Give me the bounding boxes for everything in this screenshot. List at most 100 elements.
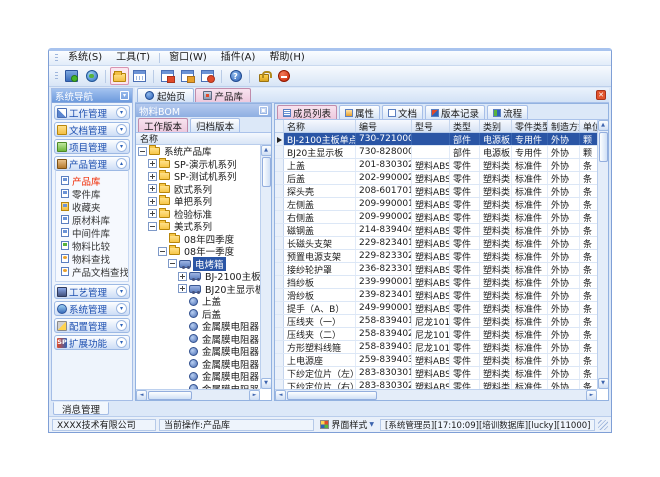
sidebar-item-1[interactable]: 零件库 bbox=[61, 187, 128, 200]
tree-vscroll-thumb[interactable] bbox=[262, 157, 271, 187]
toolbar-button-globe-icon[interactable] bbox=[82, 67, 101, 85]
member-tab-2[interactable]: 文档 bbox=[382, 105, 423, 119]
table-row-0[interactable]: BJ-2100主板单点730-721000-12X部件电源板专用件外协颗 bbox=[275, 133, 608, 146]
menu-item-0[interactable]: 系统(S) bbox=[61, 51, 109, 65]
toolbar-button-window-mail-icon[interactable] bbox=[158, 67, 177, 85]
toolbar-button-open-folder-icon[interactable] bbox=[110, 67, 129, 85]
scroll-up-icon[interactable]: ▲ bbox=[261, 145, 272, 156]
table-row-12[interactable]: 滑纱板239-823401-00X塑料ABS零件塑料类标准件外协条 bbox=[275, 289, 608, 302]
sidebar-group-header-6[interactable]: 配置管理▾ bbox=[54, 318, 130, 333]
sidebar-menu-button[interactable]: ▾ bbox=[120, 91, 129, 100]
chevron-down-icon[interactable]: ▾ bbox=[116, 286, 127, 297]
close-document-icon[interactable]: ✕ bbox=[596, 90, 606, 100]
tree-item-17[interactable]: 金属膜电阻器 bbox=[136, 358, 260, 371]
table-row-1[interactable]: BJ20主显示板730-828000-04X部件电源板专用件外协颗 bbox=[275, 146, 608, 159]
doc-tab-0[interactable]: 起始页 bbox=[137, 88, 194, 102]
grid-hscroll-thumb[interactable] bbox=[287, 391, 377, 400]
toolbar-button-lock-icon[interactable] bbox=[254, 67, 273, 85]
table-row-14[interactable]: 压线夹（一）258-839401-00X尼龙1010零件塑料类标准件外协条 bbox=[275, 315, 608, 328]
expand-icon[interactable] bbox=[148, 184, 157, 193]
toolbar-button-help-icon[interactable] bbox=[226, 67, 245, 85]
member-tab-0[interactable]: 成员列表 bbox=[277, 105, 337, 119]
tree-item-3[interactable]: 欧式系列 bbox=[136, 183, 260, 196]
sidebar-item-3[interactable]: 原材料库 bbox=[61, 213, 128, 226]
toolbar-button-window-chart-icon[interactable] bbox=[178, 67, 197, 85]
chevron-down-icon[interactable]: ▾ bbox=[116, 337, 127, 348]
table-row-16[interactable]: 方形塑料线箍258-839403-00X尼龙1010零件塑料类标准件外协条 bbox=[275, 341, 608, 354]
table-row-17[interactable]: 上电源座259-839403-00X塑料ABS零件塑料类标准件外协条 bbox=[275, 354, 608, 367]
tree-hscroll-thumb[interactable] bbox=[148, 391, 192, 400]
column-header-2[interactable]: 型号 bbox=[412, 120, 450, 132]
tree-item-11[interactable]: BJ20主显示板 bbox=[136, 283, 260, 296]
sidebar-item-7[interactable]: 产品文档查找 bbox=[61, 265, 128, 278]
tree-item-18[interactable]: 金属膜电阻器 bbox=[136, 370, 260, 383]
tree-column-header[interactable]: 名称 bbox=[136, 133, 271, 145]
toolbar-button-desktop-icon[interactable] bbox=[62, 67, 81, 85]
resize-grip[interactable] bbox=[598, 420, 608, 430]
tree-item-14[interactable]: 金属膜电阻器 bbox=[136, 320, 260, 333]
tree-item-8[interactable]: 08年一季度 bbox=[136, 245, 260, 258]
sidebar-item-2[interactable]: 收藏夹 bbox=[61, 200, 128, 213]
tree-item-12[interactable]: 上盖 bbox=[136, 295, 260, 308]
tree-item-15[interactable]: 金属膜电阻器 bbox=[136, 333, 260, 346]
table-row-2[interactable]: 上盖201-830302-00X塑料ABS零件塑料类标准件外协条 bbox=[275, 159, 608, 172]
tree-item-9[interactable]: 电烤箱 bbox=[136, 258, 260, 271]
sidebar-group-header-0[interactable]: 工作管理▾ bbox=[54, 105, 130, 120]
scroll-down-icon[interactable]: ▼ bbox=[598, 378, 609, 389]
sidebar-item-5[interactable]: 物料比较 bbox=[61, 239, 128, 252]
tree-item-5[interactable]: 检验标准 bbox=[136, 208, 260, 221]
scroll-left-icon[interactable]: ◄ bbox=[136, 390, 147, 401]
toolbar-button-exit-icon[interactable] bbox=[274, 67, 293, 85]
sidebar-group-header-5[interactable]: 系统管理▾ bbox=[54, 301, 130, 316]
menu-item-4[interactable]: 帮助(H) bbox=[262, 51, 311, 65]
expand-icon[interactable] bbox=[178, 272, 187, 281]
table-row-5[interactable]: 左侧盖209-990001-01X塑料ABS零件塑料类标准件外协条 bbox=[275, 198, 608, 211]
grid-vertical-scrollbar[interactable]: ▲ ▼ bbox=[597, 120, 608, 389]
grid-horizontal-scrollbar[interactable]: ◄ ► bbox=[275, 389, 597, 400]
column-header-4[interactable]: 类别 bbox=[480, 120, 512, 132]
table-row-13[interactable]: 提手（A、B）249-990001-01X塑料ABS零件塑料类标准件外协条 bbox=[275, 302, 608, 315]
expand-icon[interactable] bbox=[148, 197, 157, 206]
table-row-3[interactable]: 后盖202-990002-01X塑料ABS零件塑料类标准件外协条 bbox=[275, 172, 608, 185]
chevron-up-icon[interactable]: ▴ bbox=[116, 158, 127, 169]
table-row-8[interactable]: 长磁头支架229-823401-00X塑料ABS零件塑料类标准件外协条 bbox=[275, 237, 608, 250]
column-header-0[interactable]: 名称 bbox=[284, 120, 356, 132]
expand-icon[interactable] bbox=[148, 159, 157, 168]
interface-style-picker[interactable]: 界面样式 ▼ bbox=[317, 418, 377, 431]
collapse-icon[interactable] bbox=[138, 147, 147, 156]
doc-tab-1[interactable]: 产品库 bbox=[195, 88, 252, 102]
collapse-icon[interactable] bbox=[168, 259, 177, 268]
menu-item-3[interactable]: 插件(A) bbox=[214, 51, 263, 65]
table-row-9[interactable]: 预置电源支架229-823302-00X塑料ABS零件塑料类标准件外协条 bbox=[275, 250, 608, 263]
pin-icon[interactable]: ▣ bbox=[259, 106, 268, 115]
tree-vertical-scrollbar[interactable]: ▲ ▼ bbox=[260, 145, 271, 389]
expand-icon[interactable] bbox=[148, 172, 157, 181]
table-row-10[interactable]: 接纱轮护罩236-823301-00X塑料ABS零件塑料类标准件外协条 bbox=[275, 263, 608, 276]
tree-horizontal-scrollbar[interactable]: ◄ ► bbox=[136, 389, 260, 400]
chevron-down-icon[interactable]: ▾ bbox=[116, 107, 127, 118]
scroll-right-icon[interactable]: ► bbox=[249, 390, 260, 401]
collapse-icon[interactable] bbox=[158, 247, 167, 256]
menubar-grip[interactable] bbox=[55, 54, 58, 63]
column-header-5[interactable]: 零件类型 bbox=[512, 120, 548, 132]
table-row-4[interactable]: 探头壳208-601701-01X塑料ABS零件塑料类标准件外协条 bbox=[275, 185, 608, 198]
chevron-down-icon[interactable]: ▾ bbox=[116, 303, 127, 314]
sidebar-group-header-2[interactable]: 项目管理▾ bbox=[54, 139, 130, 154]
table-row-19[interactable]: 下纱定位片（右）283-830302-00X塑料ABS零件塑料类标准件外协条 bbox=[275, 380, 608, 389]
scroll-up-icon[interactable]: ▲ bbox=[598, 120, 609, 131]
sidebar-group-header-7[interactable]: SP扩展功能▾ bbox=[54, 335, 130, 350]
sidebar-item-0[interactable]: 产品库 bbox=[61, 174, 128, 187]
tree-item-7[interactable]: 08年四季度 bbox=[136, 233, 260, 246]
tree-item-10[interactable]: BJ-2100主板单点 bbox=[136, 270, 260, 283]
toolbar-button-window-grid-icon[interactable] bbox=[130, 67, 149, 85]
table-row-7[interactable]: 磁钢盖214-839404-01X塑料ABS零件塑料类标准件外协条 bbox=[275, 224, 608, 237]
bom-tab-1[interactable]: 归档版本 bbox=[190, 118, 240, 132]
sidebar-group-header-3[interactable]: 产品管理▴ bbox=[54, 156, 130, 171]
chevron-down-icon[interactable]: ▾ bbox=[116, 320, 127, 331]
chevron-down-icon[interactable]: ▾ bbox=[116, 141, 127, 152]
column-header-6[interactable]: 制造方式 bbox=[548, 120, 580, 132]
scroll-right-icon[interactable]: ► bbox=[586, 390, 597, 401]
bom-tab-0[interactable]: 工作版本 bbox=[138, 118, 188, 132]
table-row-6[interactable]: 右侧盖209-990002-01X塑料ABS零件塑料类标准件外协条 bbox=[275, 211, 608, 224]
table-row-11[interactable]: 挡纱板239-990001-01X塑料ABS零件塑料类标准件外协条 bbox=[275, 276, 608, 289]
